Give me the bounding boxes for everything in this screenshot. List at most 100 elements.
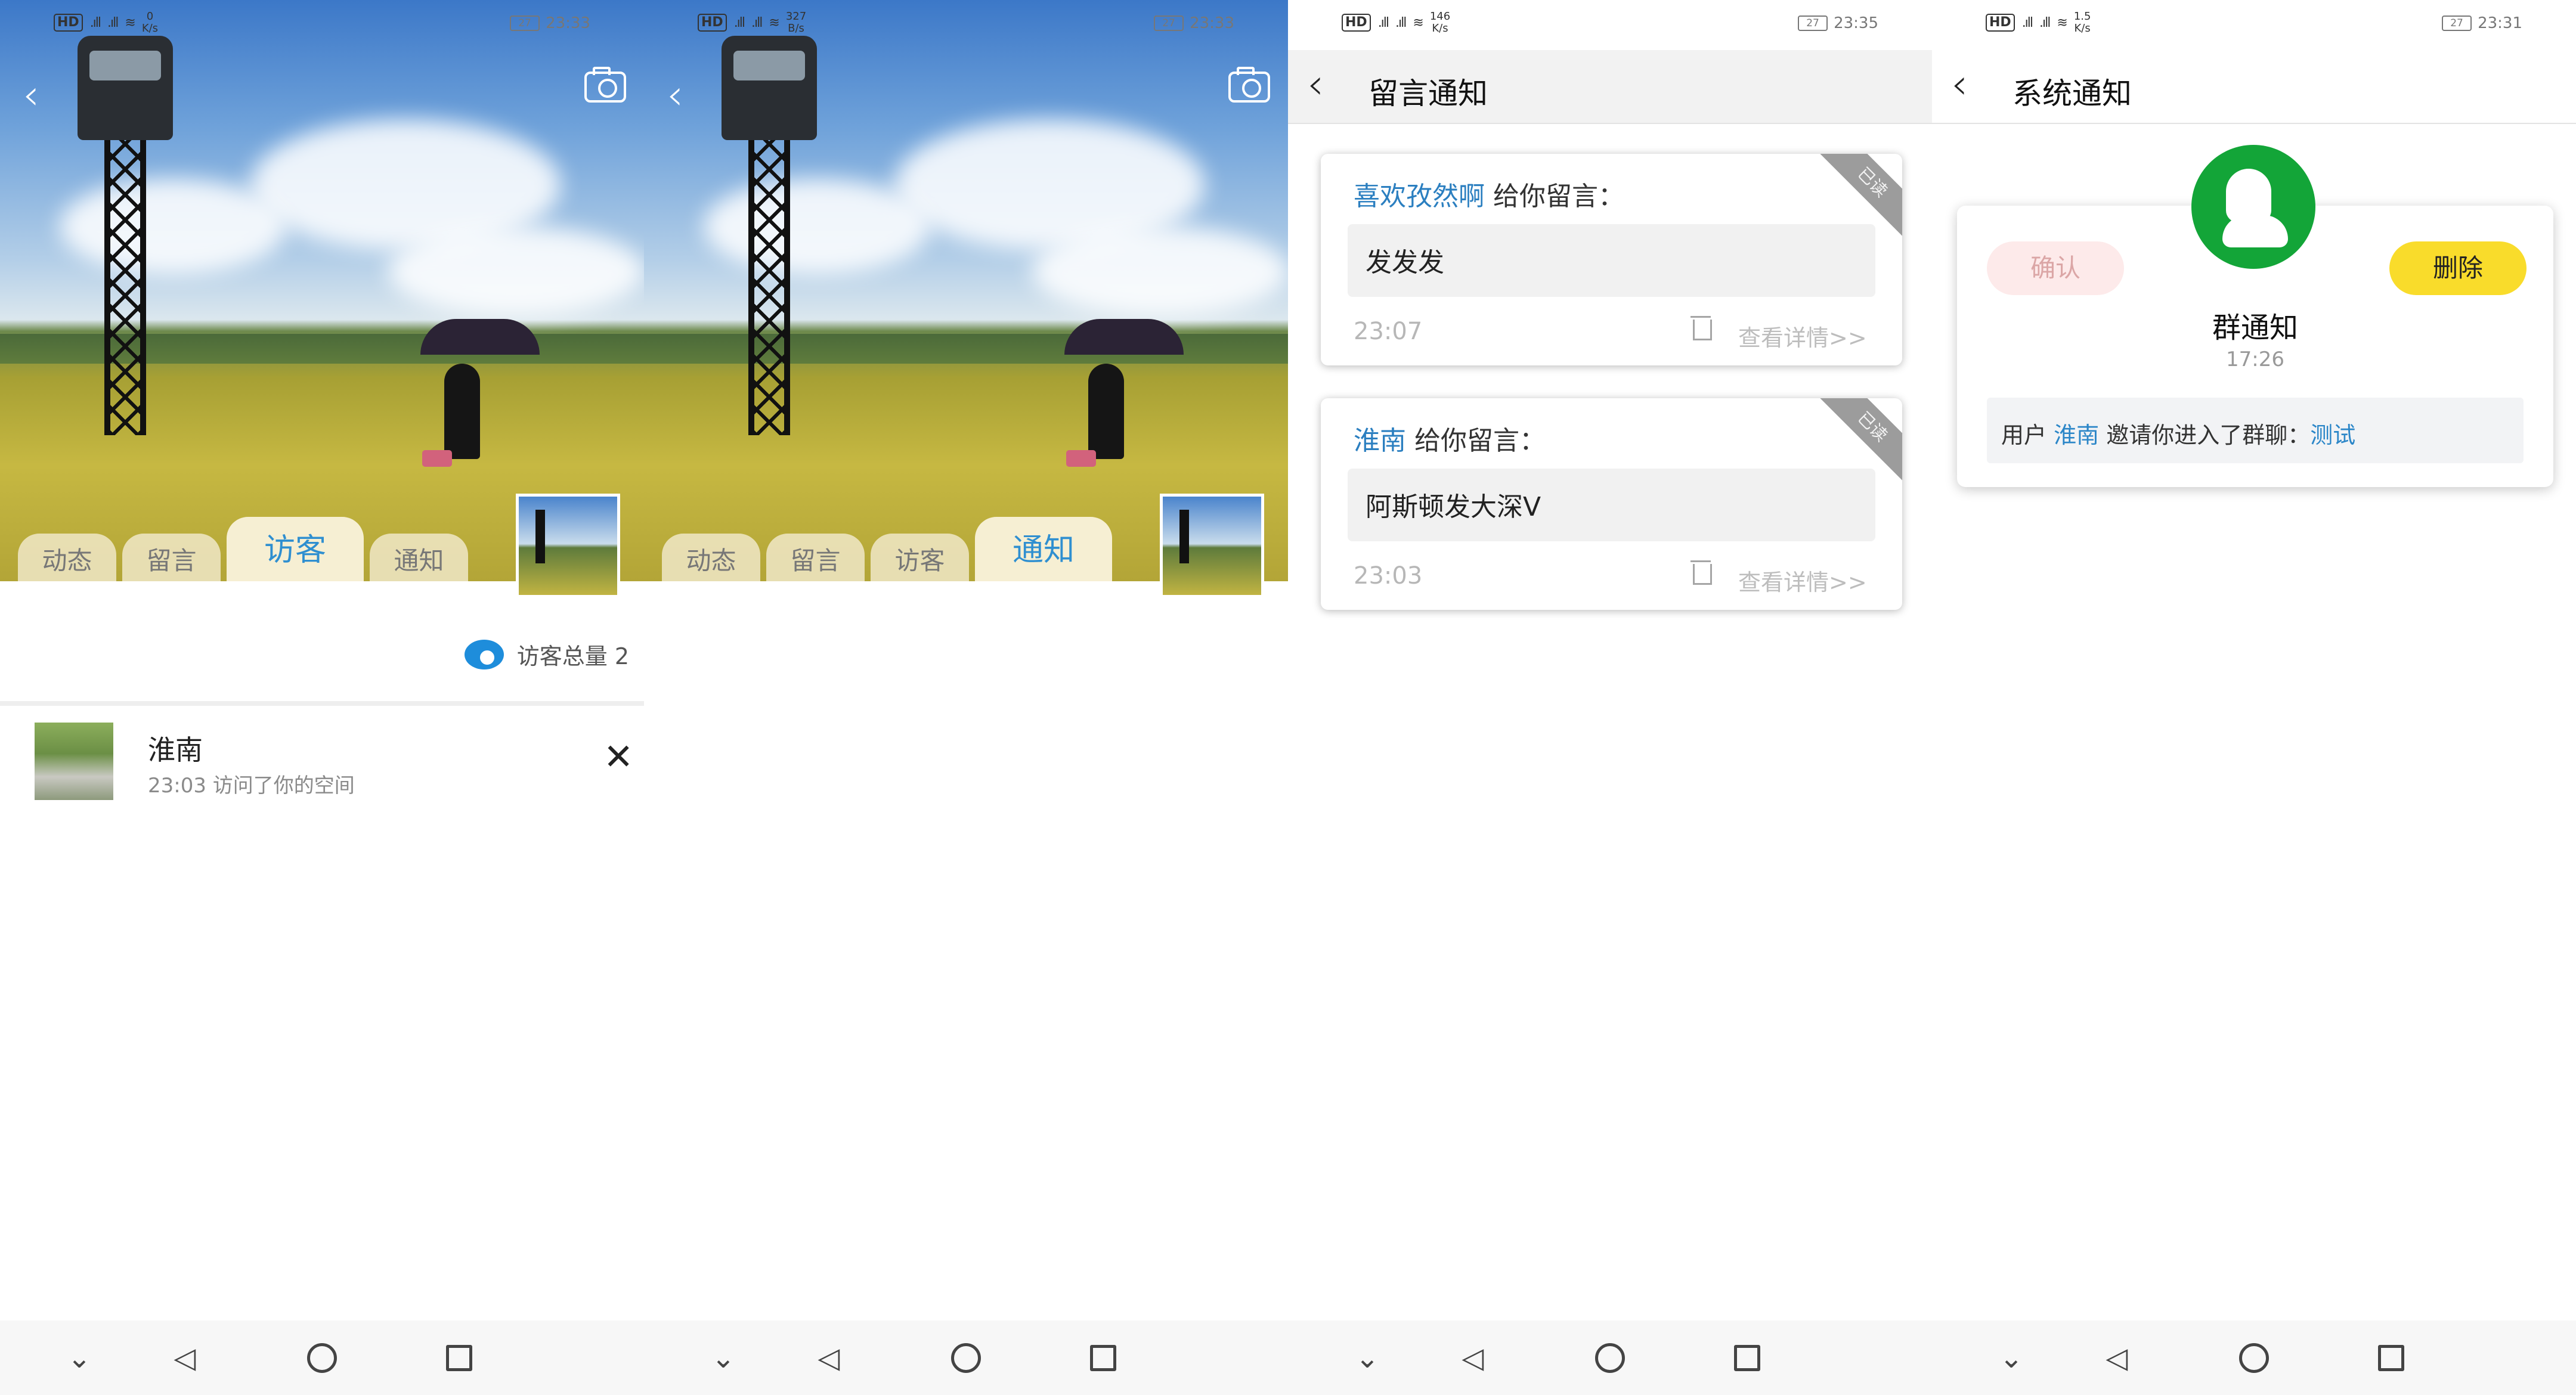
nav-recent-icon[interactable]	[1088, 1343, 1118, 1373]
trash-icon[interactable]	[1690, 558, 1712, 585]
nav-home-icon[interactable]	[2239, 1343, 2269, 1373]
system-nav-bar: ⌄ ◁	[644, 1320, 1288, 1395]
status-bar: HD .ıll .ıll ≋ 0 K/s 27 23:33	[0, 0, 644, 50]
nav-back-icon[interactable]: ◁	[1458, 1343, 1488, 1373]
message-content: 发发发	[1348, 224, 1875, 297]
delete-button[interactable]: 删除	[2389, 241, 2527, 295]
wifi-icon: ≋	[125, 15, 135, 30]
tab-dynamics[interactable]: 动态	[18, 534, 116, 581]
group-link[interactable]: 测试	[2310, 422, 2355, 448]
network-speed: 146 K/s	[1429, 10, 1451, 35]
visitor-name: 淮南	[148, 734, 203, 766]
hd-badge: HD	[1342, 14, 1371, 32]
nav-down-icon[interactable]: ⌄	[708, 1343, 738, 1373]
close-icon[interactable]: ✕	[603, 739, 633, 775]
camera-icon[interactable]	[584, 67, 626, 103]
eye-icon	[464, 639, 504, 669]
battery-icon: 27	[2442, 16, 2472, 31]
system-nav-bar: ⌄ ◁	[1932, 1320, 2576, 1395]
visitor-total-label: 访客总量 2	[516, 643, 629, 669]
notice-title: 群通知	[2212, 311, 2298, 345]
message-from: 喜欢孜然啊 给你留言：	[1354, 181, 1624, 212]
trash-icon[interactable]	[1690, 314, 1712, 340]
tab-bar: 动态 留言 访客 通知	[18, 517, 483, 581]
avatar[interactable]	[516, 494, 620, 598]
nav-back-icon[interactable]: ◁	[2102, 1343, 2132, 1373]
message-time: 23:07	[1354, 318, 1423, 345]
message-card[interactable]: 已读 喜欢孜然啊 给你留言： 发发发 23:07 查看详情>>	[1321, 154, 1902, 365]
list-item[interactable]: 淮南 23:03 访问了你的空间 ✕	[0, 715, 644, 805]
page-title: 系统通知	[2012, 76, 2132, 111]
battery-icon: 27	[1154, 16, 1184, 31]
back-chevron-icon[interactable]: ‹	[23, 70, 39, 119]
tab-messages[interactable]: 留言	[122, 534, 221, 581]
divider	[0, 701, 644, 706]
hd-badge: HD	[1986, 14, 2015, 32]
system-nav-bar: ⌄ ◁	[0, 1320, 644, 1395]
camera-icon[interactable]	[1228, 67, 1270, 103]
tab-notices[interactable]: 通知	[370, 534, 468, 581]
back-chevron-icon[interactable]: ‹	[667, 70, 683, 119]
nav-recent-icon[interactable]	[1732, 1343, 1762, 1373]
nav-home-icon[interactable]	[307, 1343, 337, 1373]
network-speed: 327 B/s	[785, 10, 807, 35]
signal-icon: .ıll	[733, 15, 745, 30]
status-bar: HD .ıll .ıll ≋ 146 K/s 27 23:35	[1288, 0, 1932, 50]
view-detail-link[interactable]: 查看详情>>	[1738, 564, 1867, 597]
notice-message: 用户 淮南 邀请你进入了群聊：测试	[1987, 398, 2524, 463]
app-header: ‹ 系统通知	[1932, 50, 2576, 124]
status-time: 23:31	[2478, 14, 2522, 32]
nav-recent-icon[interactable]	[444, 1343, 474, 1373]
wifi-icon: ≋	[769, 15, 779, 30]
view-detail-link[interactable]: 查看详情>>	[1738, 320, 1867, 352]
tab-dynamics[interactable]: 动态	[662, 534, 760, 581]
tab-bar: 动态 留言 访客 通知	[662, 517, 1127, 581]
back-chevron-icon[interactable]: ‹	[1951, 63, 1968, 105]
message-card[interactable]: 已读 淮南 给你留言： 阿斯顿发大深V 23:03 查看详情>>	[1321, 398, 1902, 610]
wifi-icon: ≋	[1413, 15, 1423, 30]
nav-back-icon[interactable]: ◁	[170, 1343, 200, 1373]
nav-home-icon[interactable]	[1595, 1343, 1625, 1373]
message-from: 淮南 给你留言：	[1354, 426, 1546, 456]
status-time: 23:33	[1190, 14, 1234, 32]
nav-back-icon[interactable]: ◁	[814, 1343, 844, 1373]
message-content: 阿斯顿发大深V	[1348, 469, 1875, 541]
notice-time: 17:26	[2226, 348, 2284, 371]
nav-down-icon[interactable]: ⌄	[1996, 1343, 2026, 1373]
nav-down-icon[interactable]: ⌄	[1352, 1343, 1382, 1373]
tab-visitors[interactable]: 访客	[227, 517, 364, 581]
status-time: 23:35	[1834, 14, 1878, 32]
sender-name[interactable]: 喜欢孜然啊	[1354, 181, 1485, 212]
screen-message-notices: HD .ıll .ıll ≋ 146 K/s 27 23:35 ‹ 留言通知 已读…	[1288, 0, 1932, 1395]
battery-icon: 27	[510, 16, 540, 31]
status-time: 23:33	[546, 14, 590, 32]
hd-badge: HD	[54, 14, 83, 32]
tab-messages[interactable]: 留言	[766, 534, 865, 581]
tab-visitors[interactable]: 访客	[871, 534, 969, 581]
signal-icon-2: .ıll	[2039, 15, 2051, 30]
hd-badge: HD	[698, 14, 727, 32]
wifi-icon: ≋	[2057, 15, 2067, 30]
nav-home-icon[interactable]	[951, 1343, 981, 1373]
visitor-desc: 23:03 访问了你的空间	[148, 774, 355, 798]
sender-name[interactable]: 淮南	[1354, 426, 1406, 456]
group-icon	[2191, 145, 2315, 269]
network-speed: 0 K/s	[141, 10, 159, 35]
back-chevron-icon[interactable]: ‹	[1307, 63, 1324, 105]
confirm-button[interactable]: 确认	[1987, 241, 2124, 295]
signal-icon-2: .ıll	[107, 15, 119, 30]
signal-icon-2: .ıll	[1395, 15, 1407, 30]
nav-down-icon[interactable]: ⌄	[64, 1343, 94, 1373]
message-time: 23:03	[1354, 562, 1423, 590]
system-nav-bar: ⌄ ◁	[1288, 1320, 1932, 1395]
visitor-total: 访客总量 2	[464, 638, 629, 671]
status-bar: HD .ıll .ıll ≋ 327 B/s 27 23:33	[644, 0, 1288, 50]
user-link[interactable]: 淮南	[2054, 422, 2099, 448]
visitor-avatar[interactable]	[35, 723, 113, 800]
network-speed: 1.5 K/s	[2073, 10, 2091, 35]
tab-notices[interactable]: 通知	[975, 517, 1112, 581]
signal-icon-2: .ıll	[751, 15, 763, 30]
avatar[interactable]	[1160, 494, 1264, 598]
nav-recent-icon[interactable]	[2376, 1343, 2406, 1373]
screen-system-notices: HD .ıll .ıll ≋ 1.5 K/s 27 23:31 ‹ 系统通知 确认…	[1932, 0, 2576, 1395]
